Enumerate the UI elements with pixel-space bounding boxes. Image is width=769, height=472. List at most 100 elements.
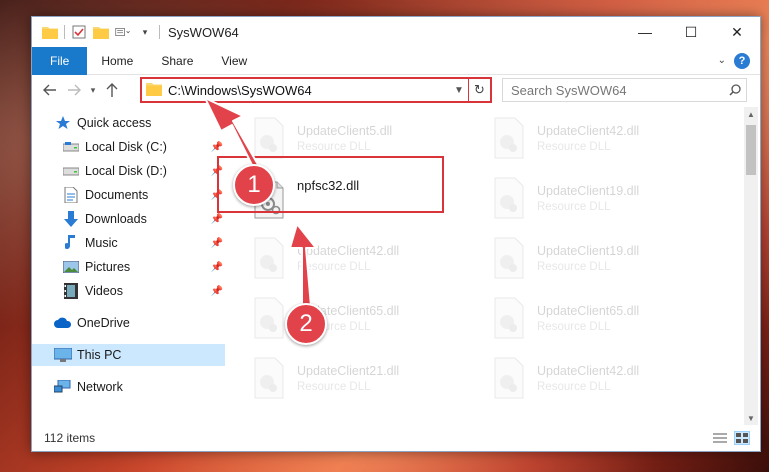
sidebar-item-label: Local Disk (C:) [85,140,167,154]
sidebar-item-quick-access[interactable]: Quick access [32,112,225,134]
file-name: UpdateClient42.dll [537,363,640,378]
sidebar-item-documents[interactable]: Documents 📌 [32,184,225,206]
ribbon-tabs: File Home Share View ⌄ ? [32,46,760,75]
properties-icon[interactable] [71,24,87,40]
customize-toolbar-icon[interactable] [115,24,131,40]
star-icon [54,115,72,131]
file-item[interactable]: UpdateClient19.dll Resource DLL [491,233,721,283]
sidebar-item-pictures[interactable]: Pictures 📌 [32,256,225,278]
sidebar-item-network[interactable]: Network [32,376,225,398]
documents-icon [62,187,80,203]
help-icon[interactable]: ? [734,52,750,69]
pin-icon[interactable]: 📌 [211,214,223,225]
pin-icon[interactable]: 📌 [211,286,223,297]
sidebar-item-label: Local Disk (D:) [85,164,167,178]
videos-icon [62,283,80,299]
file-name: UpdateClient65.dll [537,303,640,318]
vertical-scrollbar[interactable]: ▲ ▼ [744,107,758,425]
file-type: Resource DLL [537,380,611,393]
tab-share[interactable]: Share [147,47,207,75]
close-button[interactable]: ✕ [714,17,760,47]
ribbon-right: ⌄ ? [718,52,760,69]
sidebar-item-downloads[interactable]: Downloads 📌 [32,208,225,230]
download-icon [62,211,80,227]
chevron-down-icon[interactable]: ▼ [450,85,468,96]
item-count: 112 items [44,431,96,445]
search-icon[interactable] [724,84,746,96]
scroll-thumb[interactable] [746,125,756,175]
tab-file[interactable]: File [32,46,88,75]
sidebar-item-music[interactable]: Music 📌 [32,232,225,254]
pin-icon[interactable]: 📌 [211,262,223,273]
sidebar-item-local-disk-c[interactable]: Local Disk (C:) 📌 [32,136,225,158]
address-bar[interactable]: C:\Windows\SysWOW64 ▼ ↻ [140,77,492,103]
search-box[interactable] [502,78,747,102]
navigation-row: ▾ C:\Windows\SysWOW64 ▼ ↻ [32,75,760,105]
address-path[interactable]: C:\Windows\SysWOW64 [168,83,450,98]
new-folder-icon[interactable] [93,24,109,40]
back-button[interactable] [38,78,62,102]
dll-file-icon [491,116,527,160]
sidebar-item-label: Quick access [77,116,152,130]
minimize-button[interactable]: — [622,17,668,47]
file-item[interactable]: UpdateClient42.dll Resource DLL [251,233,481,283]
caption-buttons: — ☐ ✕ [622,17,760,47]
file-item[interactable]: UpdateClient19.dll Resource DLL [491,173,721,223]
view-switcher [712,431,760,445]
sidebar-item-this-pc[interactable]: This PC [32,344,225,366]
dll-file-icon [251,296,287,340]
file-item[interactable]: UpdateClient21.dll Resource DLL [251,353,481,403]
pin-icon[interactable]: 📌 [211,142,223,153]
drive-icon [62,139,80,155]
recent-locations-button[interactable]: ▾ [86,78,100,102]
network-icon [54,379,72,395]
dll-file-icon [251,356,287,400]
file-name: UpdateClient5.dll [297,123,393,138]
file-item[interactable]: UpdateClient42.dll Resource DLL [491,353,721,403]
details-view-icon[interactable] [712,431,728,445]
chevron-down-icon[interactable]: ▾ [137,24,153,40]
sidebar-item-label: Downloads [85,212,147,226]
maximize-button[interactable]: ☐ [668,17,714,47]
title-bar: ▾ SysWOW64 — ☐ ✕ [32,17,760,47]
forward-button[interactable] [62,78,86,102]
file-type: Resource DLL [537,260,611,273]
sidebar-item-videos[interactable]: Videos 📌 [32,280,225,302]
folder-icon [42,24,58,40]
file-explorer-window: ▾ SysWOW64 — ☐ ✕ File Home Share View ⌄ … [31,16,761,452]
sidebar-item-local-disk-d[interactable]: Local Disk (D:) 📌 [32,160,225,182]
sidebar-item-label: Network [77,380,123,394]
file-item[interactable]: UpdateClient42.dll Resource DLL [491,113,721,163]
up-button[interactable] [100,78,124,102]
tab-view[interactable]: View [207,47,261,75]
step-badge-2: 2 [285,303,327,345]
sidebar-item-onedrive[interactable]: OneDrive [32,312,225,334]
dll-file-icon [251,116,287,160]
file-name: UpdateClient19.dll [537,243,640,258]
file-name: UpdateClient42.dll [297,243,400,258]
step-badge-1: 1 [233,164,275,206]
file-list: UpdateClient5.dll Resource DLL npfsc32.dl… [237,107,742,425]
dll-file-icon [491,176,527,220]
dll-file-icon [491,296,527,340]
status-bar: 112 items [32,425,760,451]
file-type: Resource DLL [537,140,611,153]
tiles-view-icon[interactable] [734,431,750,445]
tab-home[interactable]: Home [87,47,147,75]
pin-icon[interactable]: 📌 [211,238,223,249]
expand-ribbon-icon[interactable]: ⌄ [718,55,726,66]
file-item[interactable]: UpdateClient65.dll Resource DLL [491,293,721,343]
sidebar-item-label: Videos [85,284,123,298]
refresh-icon[interactable]: ↻ [468,79,490,101]
search-input[interactable] [511,82,724,98]
sidebar-item-label: This PC [77,348,122,362]
dll-file-icon [251,236,287,280]
dll-file-icon [491,236,527,280]
file-type: Resource DLL [297,380,371,393]
scroll-up-arrow[interactable]: ▲ [744,107,758,121]
dll-file-icon [491,356,527,400]
file-type: Resource DLL [537,200,611,213]
scroll-down-arrow[interactable]: ▼ [744,411,758,425]
file-name: UpdateClient19.dll [537,183,640,198]
quick-access-toolbar: ▾ [32,24,160,40]
